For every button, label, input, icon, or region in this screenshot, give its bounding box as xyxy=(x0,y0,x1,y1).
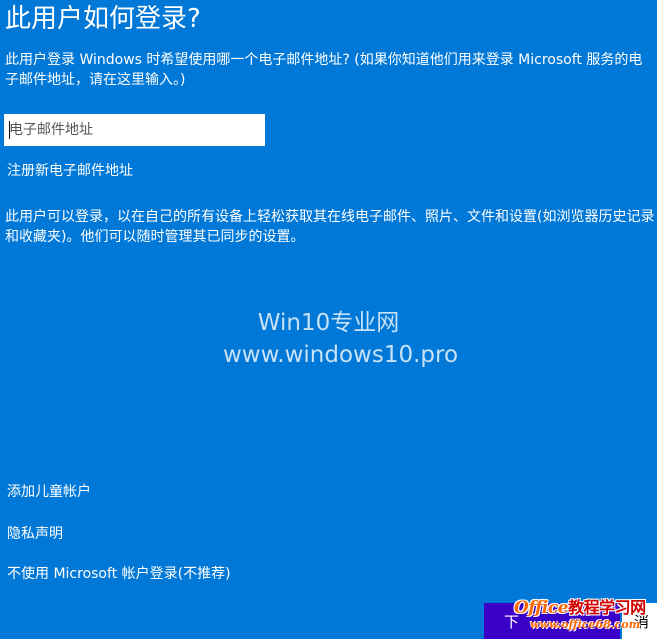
privacy-statement-link[interactable]: 隐私声明 xyxy=(7,524,63,544)
account-info-text: 此用户可以登录，以在自己的所有设备上轻松获取其在线电子邮件、照片、文件和设置(如… xyxy=(5,209,655,245)
no-microsoft-account-link[interactable]: 不使用 Microsoft 帐户登录(不推荐) xyxy=(7,564,231,584)
watermark-site-name: Win10专业网 xyxy=(257,310,400,336)
next-button[interactable]: 下 xyxy=(484,603,620,639)
dialog-description: 此用户登录 Windows 时希望使用哪一个电子邮件地址? (如果你知道他们用来… xyxy=(5,52,643,88)
email-field[interactable] xyxy=(4,114,265,146)
cancel-button[interactable]: 消 xyxy=(622,603,657,639)
text-caret xyxy=(9,121,10,139)
register-email-link[interactable]: 注册新电子邮件地址 xyxy=(7,161,133,181)
watermark-site-url: www.windows10.pro xyxy=(222,342,459,368)
dialog-title: 此用户如何登录? xyxy=(5,4,201,34)
add-child-account-link[interactable]: 添加儿童帐户 xyxy=(7,482,91,502)
